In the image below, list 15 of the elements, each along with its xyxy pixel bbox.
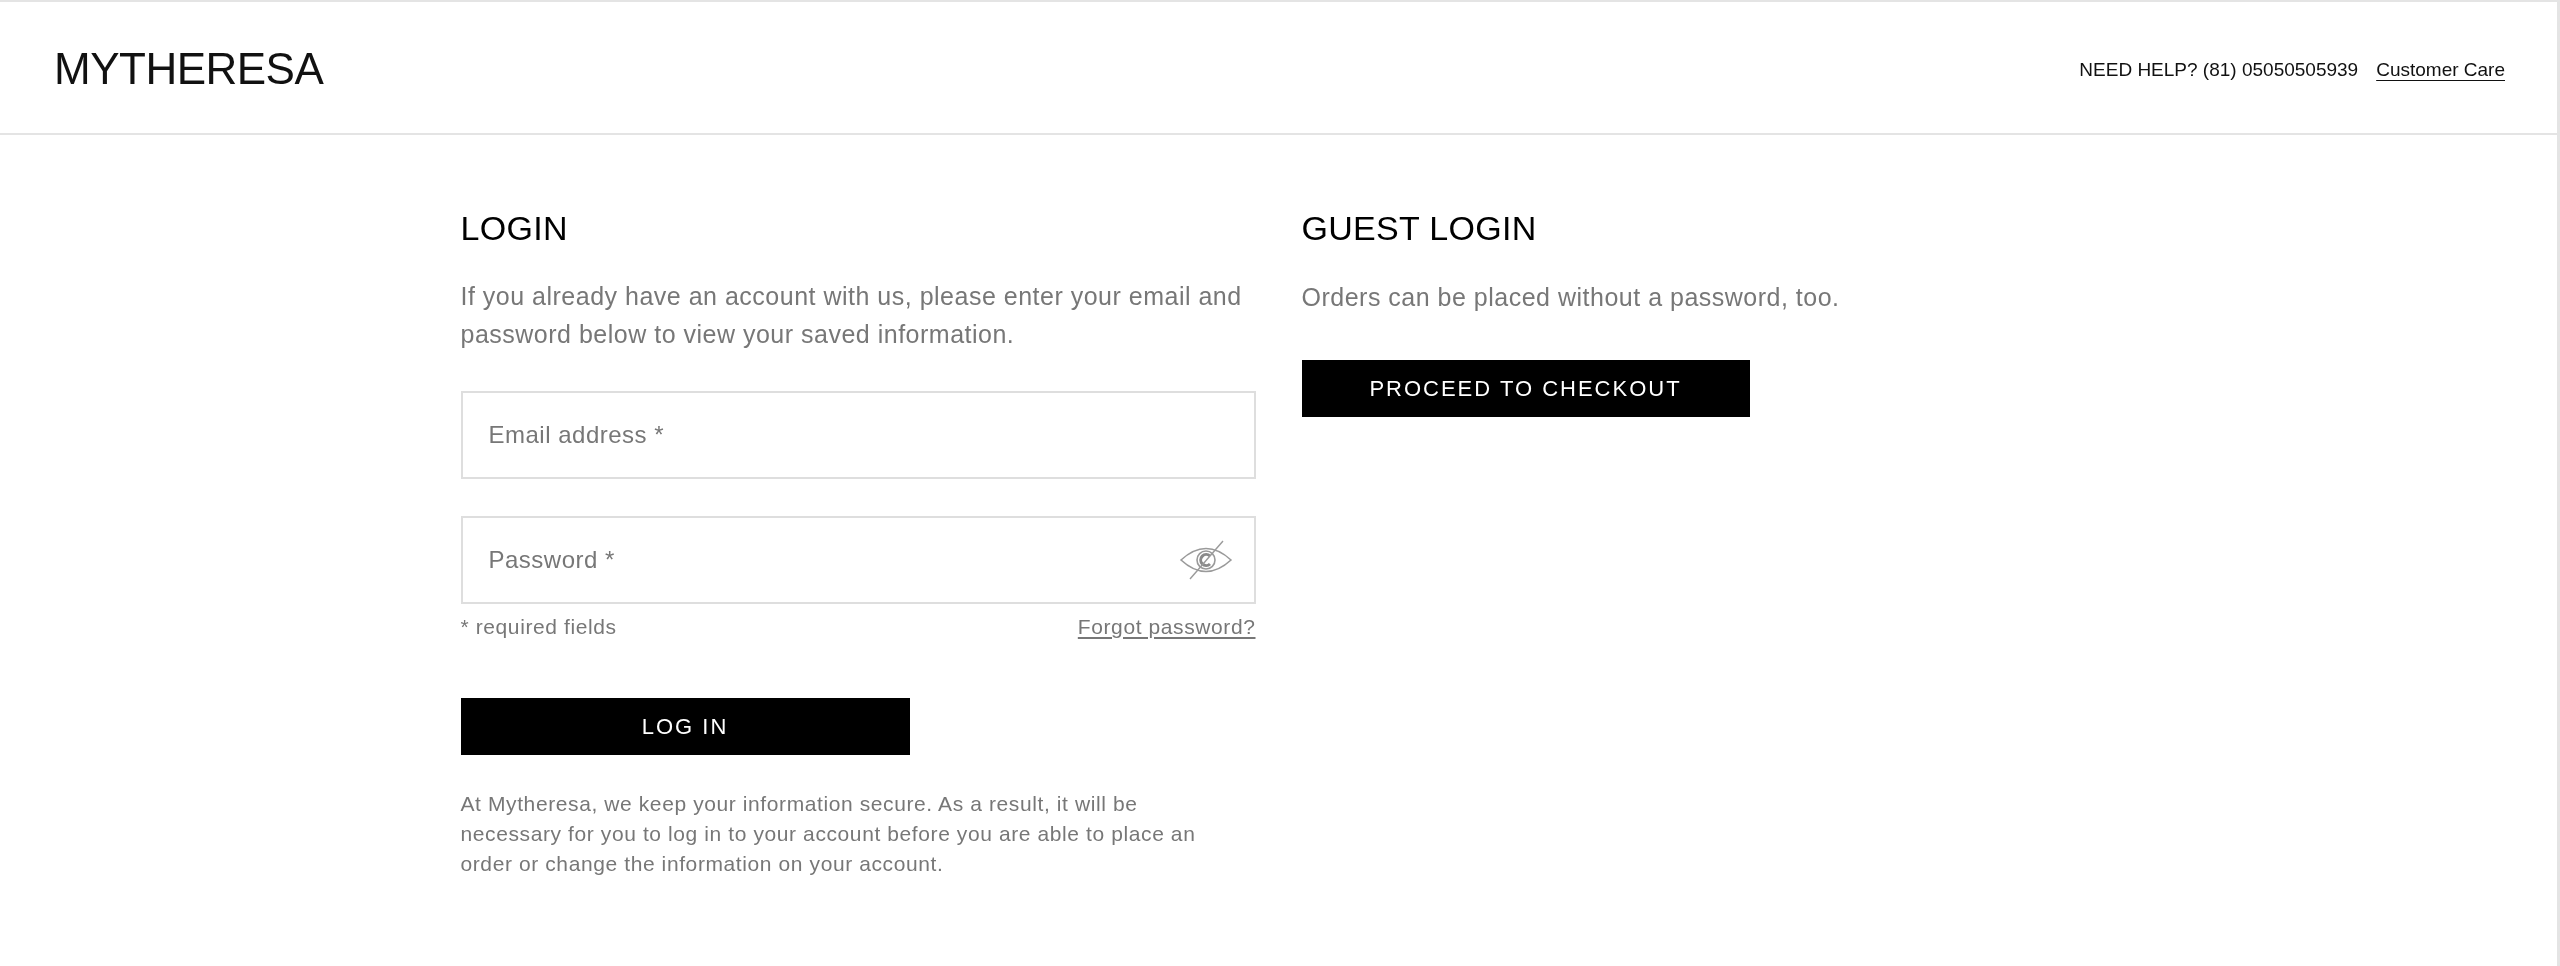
guest-login-heading: GUEST LOGIN bbox=[1301, 208, 1537, 248]
customer-care-link[interactable]: Customer Care bbox=[2376, 58, 2505, 81]
required-fields-note: * required fields bbox=[460, 614, 617, 640]
login-heading: LOGIN bbox=[460, 208, 568, 248]
proceed-to-checkout-button[interactable]: PROCEED TO CHECKOUT bbox=[1301, 360, 1750, 417]
login-intro-text: If you already have an account with us, please enter your email and password below to view your saved information. bbox=[460, 281, 1243, 350]
forgot-password-link[interactable]: Forgot password? bbox=[1077, 614, 1256, 640]
eye-slash-icon[interactable] bbox=[1178, 539, 1233, 581]
email-field[interactable]: Email address * bbox=[460, 391, 1256, 479]
brand-logo[interactable]: MYTHERESA bbox=[54, 46, 324, 91]
password-field[interactable]: Password * bbox=[460, 516, 1256, 604]
help-phone-text: NEED HELP? (81) 05050505939 bbox=[2079, 58, 2359, 81]
security-note: At Mytheresa, we keep your information secure. As a result, it will be necessary for you to log in to your account before you are able to place an order or change the information on your account. bbox=[460, 791, 1197, 877]
log-in-button[interactable]: LOG IN bbox=[460, 698, 910, 755]
guest-login-text: Orders can be placed without a password, too. bbox=[1301, 282, 1840, 313]
